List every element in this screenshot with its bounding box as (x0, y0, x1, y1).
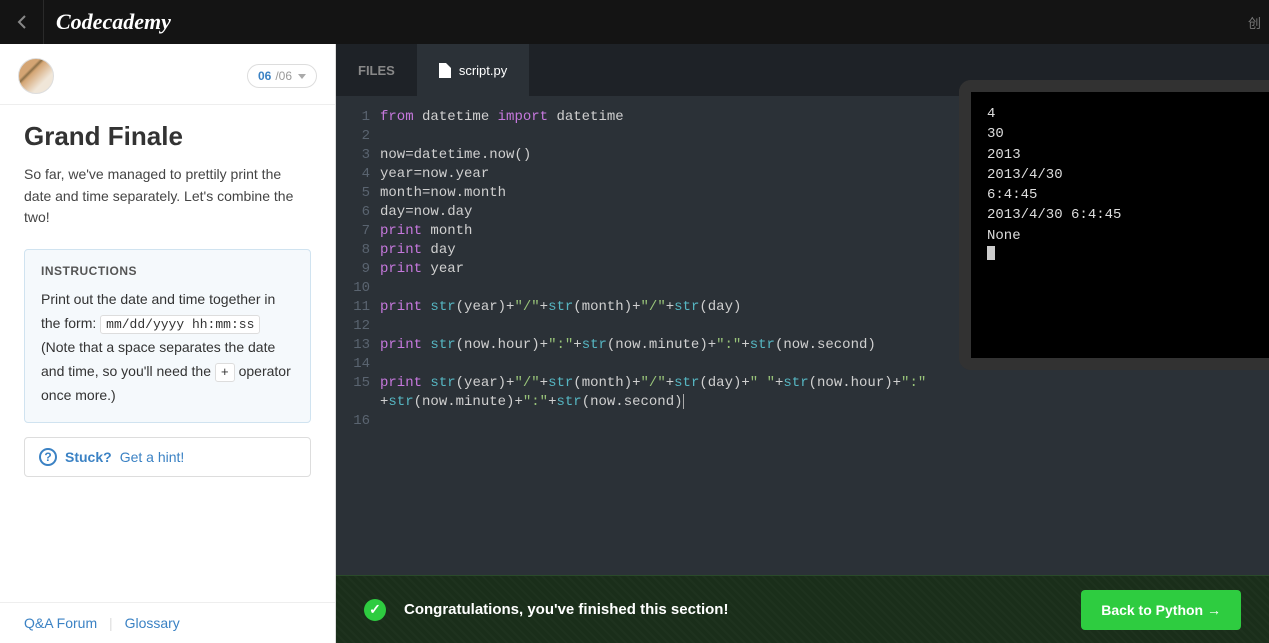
sidebar-content: Grand Finale So far, we've managed to pr… (0, 105, 335, 602)
instructions-heading: INSTRUCTIONS (41, 264, 294, 278)
file-tab-active[interactable]: script.py (417, 44, 529, 96)
instructions-code2: + (215, 363, 235, 382)
lesson-current-number: 06 (258, 69, 271, 83)
qa-forum-link[interactable]: Q&A Forum (24, 615, 97, 631)
line-gutter: 12345678910111213141516 (336, 108, 380, 643)
file-icon (439, 63, 451, 78)
lesson-title: Grand Finale (24, 121, 311, 152)
question-icon: ? (39, 448, 57, 466)
lesson-progress-badge[interactable]: 06/06 (247, 64, 317, 88)
console-panel: 43020132013/4/306:4:452013/4/30 6:4:45No… (959, 80, 1269, 370)
hint-get-label: Get a hint! (120, 449, 185, 465)
chevron-down-icon (298, 74, 306, 79)
files-tab[interactable]: FILES (336, 44, 417, 96)
footer-separator: | (109, 615, 113, 631)
hint-button[interactable]: ? Stuck? Get a hint! (24, 437, 311, 477)
sidebar-top: 06/06 (0, 44, 335, 105)
lesson-description: So far, we've managed to prettily print … (24, 164, 311, 229)
instructions-text: Print out the date and time together in … (41, 288, 294, 408)
logo[interactable]: Codecademy (56, 9, 171, 35)
congrats-message: Congratulations, you've finished this se… (404, 601, 1063, 618)
back-to-python-button[interactable]: Back to Python → (1081, 590, 1241, 630)
file-tab-name: script.py (459, 63, 507, 78)
top-header: Codecademy 创 (0, 0, 1269, 44)
lesson-total-number: /06 (275, 69, 292, 83)
bottom-bar: ✓ Congratulations, you've finished this … (336, 575, 1269, 643)
check-icon: ✓ (364, 599, 386, 621)
back-button[interactable] (0, 0, 44, 44)
avatar[interactable] (18, 58, 54, 94)
editor-area: FILES script.py 12345678910111213141516 … (336, 44, 1269, 643)
hint-stuck-label: Stuck? (65, 449, 112, 465)
console-output: 43020132013/4/306:4:452013/4/30 6:4:45No… (987, 104, 1255, 246)
header-right-text[interactable]: 创 (1248, 13, 1269, 32)
instructions-code1: mm/dd/yyyy hh:mm:ss (100, 315, 260, 334)
instructions-box: INSTRUCTIONS Print out the date and time… (24, 249, 311, 423)
console-cursor (987, 246, 995, 260)
lesson-sidebar: 06/06 Grand Finale So far, we've managed… (0, 44, 336, 643)
glossary-link[interactable]: Glossary (125, 615, 180, 631)
sidebar-footer: Q&A Forum | Glossary (0, 602, 335, 643)
